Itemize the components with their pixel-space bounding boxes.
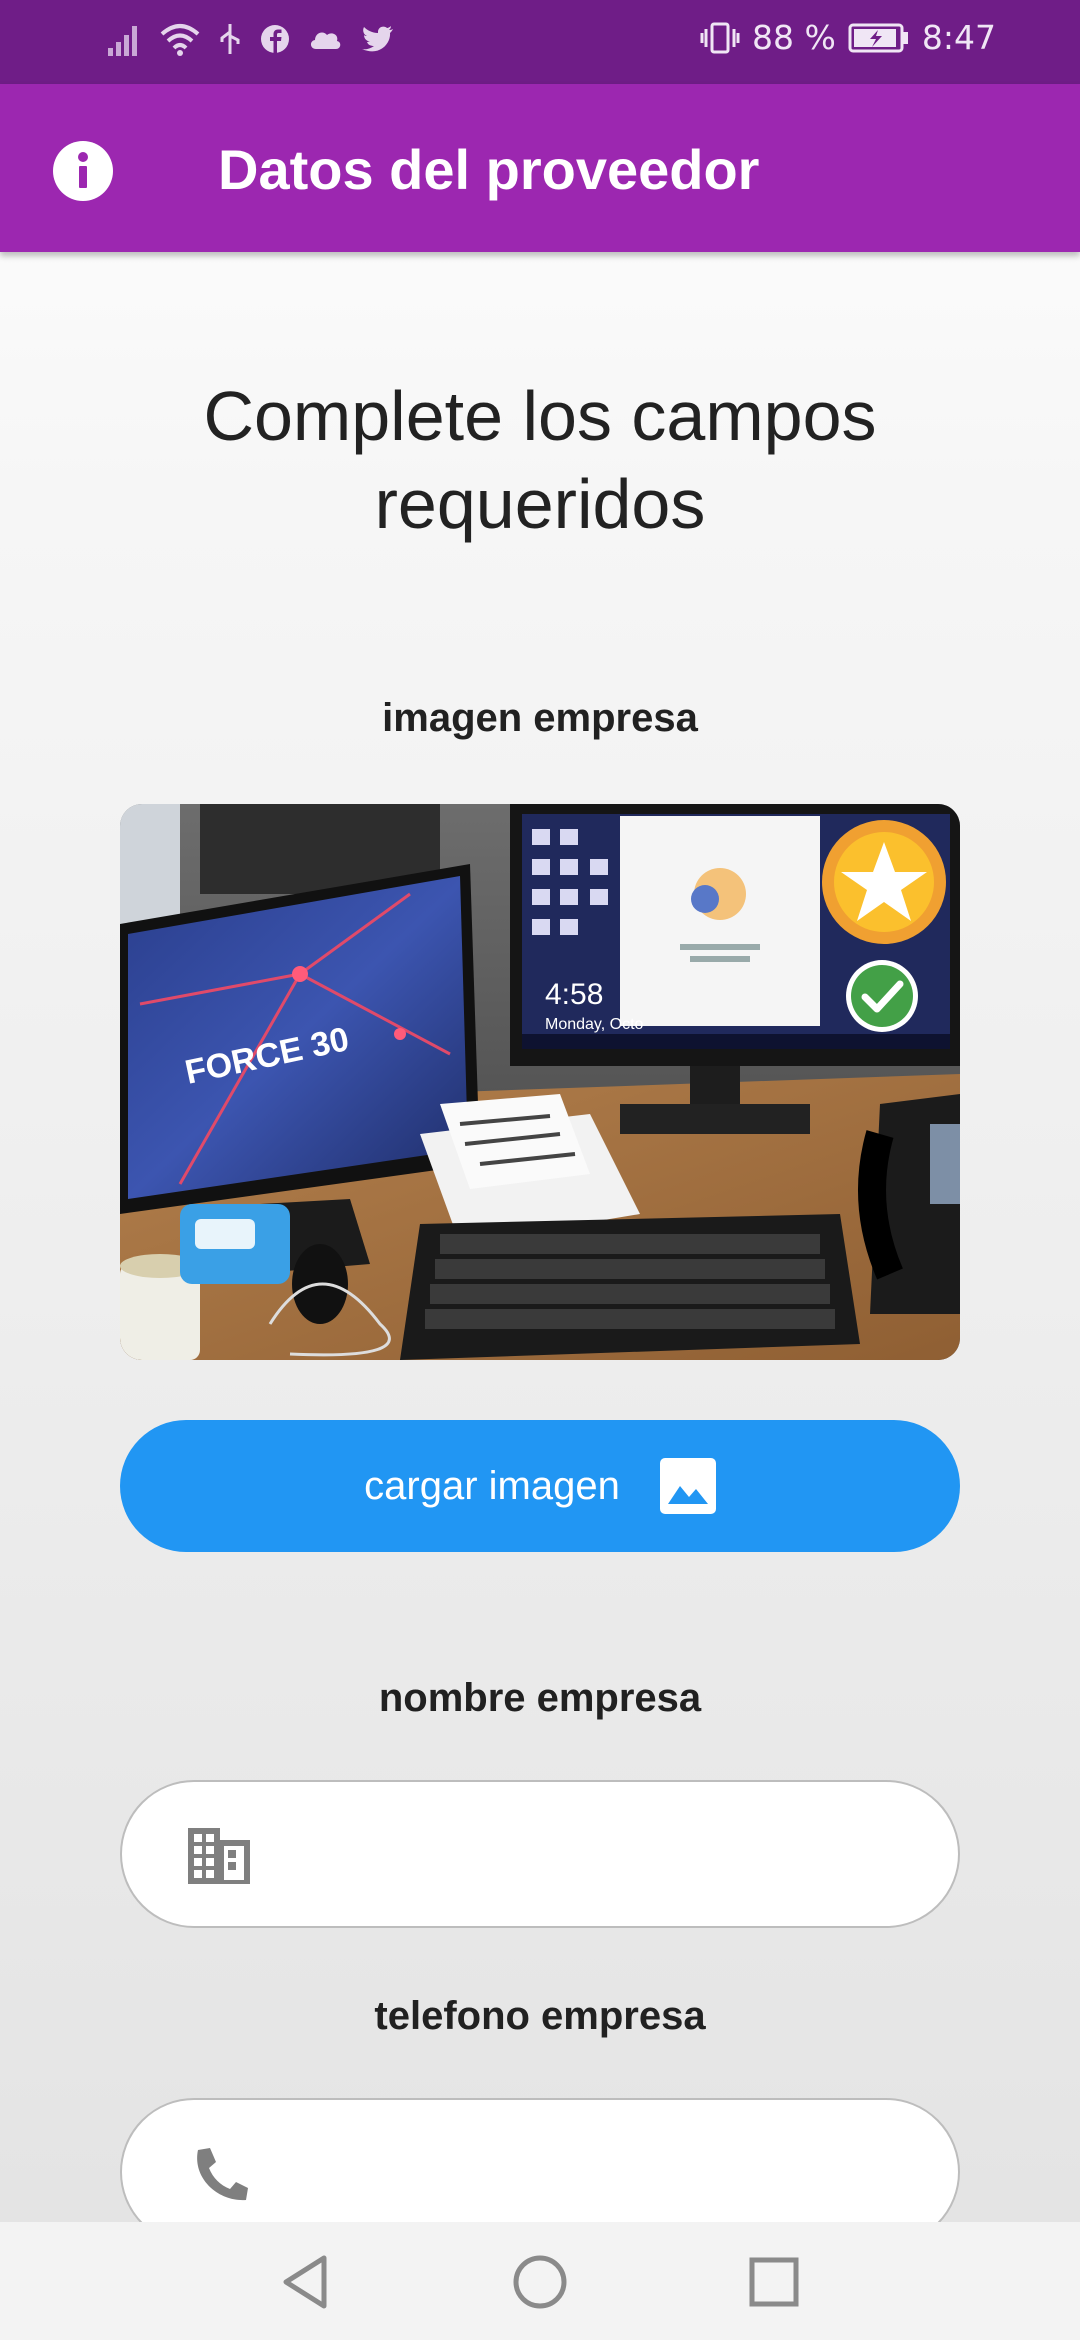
recents-icon[interactable] — [744, 2252, 804, 2312]
screen-time-text: 4:58 — [545, 978, 603, 1011]
company-name-label: nombre empresa — [378, 1676, 702, 1720]
home-icon[interactable] — [510, 2252, 570, 2312]
app-bar: Datos del proveedor — [0, 84, 1080, 252]
phone-icon — [197, 2148, 248, 2201]
status-icons-right: 88 % 8:47 — [700, 18, 996, 57]
status-bar: 88 % 8:47 — [0, 0, 1080, 84]
cloud-icon — [310, 32, 341, 49]
upload-button-label: cargar imagen — [364, 1463, 620, 1508]
battery-percent: 88 % — [752, 18, 836, 57]
twitter-icon — [362, 26, 393, 52]
app-bar-title: Datos del proveedor — [218, 138, 760, 201]
page-heading: Complete los campos requeridos — [120, 372, 960, 548]
heading-line-2: requeridos — [374, 465, 706, 543]
company-image: FORCE 30 4:58 Monday, Octo — [120, 804, 960, 1360]
clock: 8:47 — [921, 18, 996, 57]
company-name-field[interactable] — [120, 1780, 960, 1928]
info-icon[interactable] — [52, 140, 114, 202]
status-icons-left — [106, 22, 394, 56]
battery-icon — [848, 23, 908, 52]
building-icon — [188, 1828, 250, 1884]
image-label: imagen empresa — [382, 696, 698, 740]
company-name-input[interactable] — [272, 1802, 916, 1904]
upload-image-button[interactable]: cargar imagen — [120, 1420, 960, 1552]
navigation-bar — [0, 2222, 1080, 2340]
company-phone-label: telefono empresa — [374, 1994, 706, 2038]
signal-icon — [108, 26, 137, 56]
vibrate-icon — [700, 22, 740, 53]
wifi-icon — [160, 24, 200, 56]
heading-line-1: Complete los campos — [203, 377, 877, 455]
usb-icon — [220, 24, 240, 54]
screen-date-text: Monday, Octo — [545, 1016, 644, 1033]
company-phone-input[interactable] — [272, 2120, 916, 2222]
back-icon[interactable] — [276, 2252, 336, 2312]
facebook-icon — [261, 25, 289, 53]
image-icon — [659, 1458, 716, 1514]
